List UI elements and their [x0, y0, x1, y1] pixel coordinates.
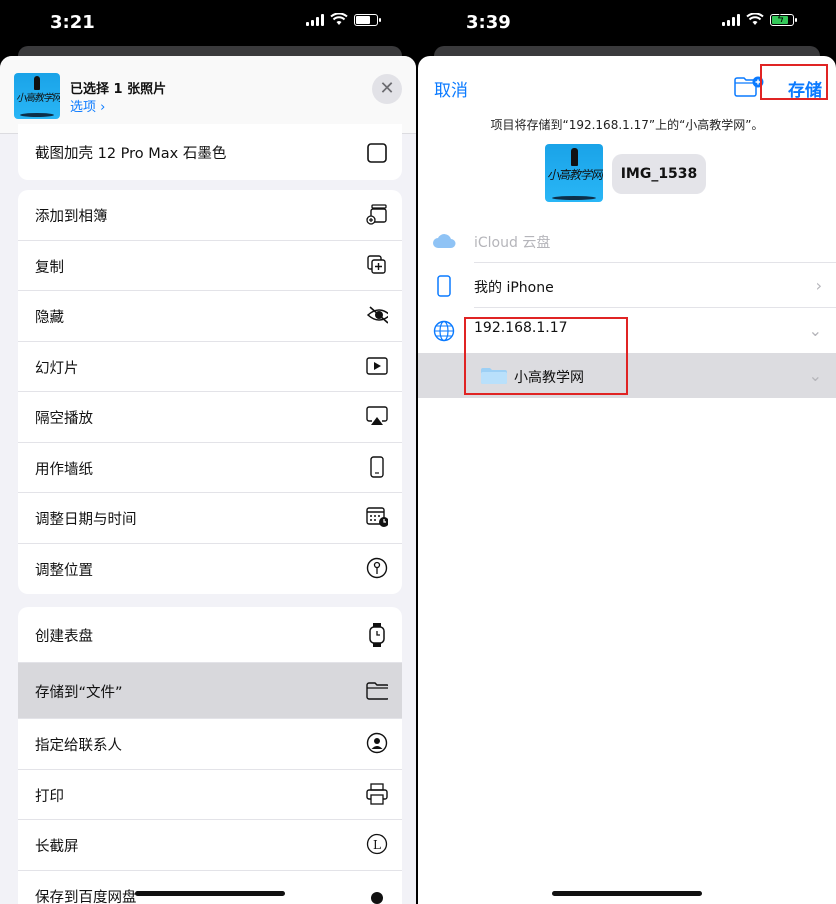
share-sheet: 小高教学网 已选择 1 张照片 选项 › ✕ 截图加壳 12 Pro Max 石… — [0, 56, 416, 904]
long-screenshot-icon: L — [366, 832, 388, 856]
slideshow-play-icon — [366, 354, 388, 378]
folder-icon — [366, 679, 388, 703]
share-header: 小高教学网 已选择 1 张照片 选项 › ✕ — [0, 56, 416, 134]
file-thumbnail: 小高教学网 — [545, 144, 603, 202]
action-row[interactable]: 用作墙纸 — [18, 443, 402, 493]
highlight-box-location — [464, 317, 628, 395]
selection-title: 已选择 1 张照片 — [70, 82, 167, 97]
contact-icon — [366, 731, 388, 755]
action-row[interactable]: 幻灯片 — [18, 342, 402, 392]
action-row[interactable]: 复制 — [18, 241, 402, 291]
action-row[interactable]: 添加到相簿 — [18, 190, 402, 241]
action-row[interactable]: 调整日期与时间 — [18, 493, 402, 544]
action-row[interactable]: 长截屏 L — [18, 820, 402, 871]
action-label: 隔空播放 — [35, 411, 93, 427]
airplay-icon — [366, 404, 388, 428]
action-label: 保存到百度网盘 — [35, 889, 137, 904]
highlight-box-save — [760, 64, 828, 100]
printer-icon — [366, 782, 388, 806]
action-label: 截图加壳 12 Pro Max 石墨色 — [35, 146, 227, 162]
action-label: 打印 — [35, 788, 64, 805]
action-label: 隐藏 — [35, 310, 64, 326]
wifi-icon — [746, 13, 764, 25]
cloud-icon — [432, 230, 456, 252]
action-label: 调整日期与时间 — [35, 512, 137, 528]
status-time: 3:21 — [50, 12, 95, 33]
action-row[interactable]: 指定给联系人 — [18, 719, 402, 770]
cellular-signal-icon — [306, 13, 324, 26]
photo-thumbnail: 小高教学网 — [14, 73, 60, 119]
phone-wallpaper-icon — [366, 455, 388, 479]
action-label: 复制 — [35, 259, 64, 276]
checkbox-icon — [366, 141, 388, 165]
action-row[interactable]: 隔空播放 — [18, 392, 402, 443]
location-label: iCloud 云盘 — [474, 235, 551, 251]
close-icon: ✕ — [379, 78, 395, 99]
battery-charging-icon — [770, 12, 797, 26]
cancel-button[interactable]: 取消 — [434, 76, 468, 101]
location-my-iphone[interactable]: 我的 iPhone › — [418, 263, 836, 308]
action-label: 长截屏 — [35, 839, 79, 855]
status-icons — [306, 13, 381, 26]
filename-field[interactable]: IMG_1538 — [612, 154, 706, 194]
action-label: 指定给联系人 — [35, 738, 122, 754]
action-label: 用作墙纸 — [35, 461, 93, 478]
globe-icon — [432, 320, 456, 342]
save-to-files-panel: 3:39 取消 存储 项目将存储到“192.168.1.17”上的“小高教学网”… — [418, 0, 836, 904]
action-row-save-to-files[interactable]: 存储到“文件” — [18, 663, 402, 719]
action-group-2: 创建表盘 存储到“文件” 指定给联系人 打印 长截屏 L 保存到百度网盘 — [18, 607, 402, 904]
calendar-clock-icon — [366, 505, 388, 529]
duplicate-icon — [366, 253, 388, 277]
watch-face-icon — [366, 623, 388, 647]
home-indicator — [552, 891, 702, 896]
baidu-netdisk-icon — [366, 883, 388, 904]
location-pin-icon — [366, 556, 388, 580]
action-row[interactable]: 打印 — [18, 770, 402, 820]
chevron-right-icon: › — [815, 276, 822, 295]
cellular-signal-icon — [722, 13, 740, 26]
options-link[interactable]: 选项 › — [70, 96, 105, 115]
destination-info: 项目将存储到“192.168.1.17”上的“小高教学网”。 — [490, 118, 764, 132]
chevron-down-icon: ⌄ — [808, 321, 822, 340]
action-label: 存储到“文件” — [35, 685, 123, 701]
action-row[interactable]: 隐藏 — [18, 291, 402, 342]
action-row[interactable]: 调整位置 — [18, 544, 402, 595]
action-label: 添加到相簿 — [35, 209, 108, 225]
action-row[interactable]: 截图加壳 12 Pro Max 石墨色 — [18, 124, 402, 180]
status-time: 3:39 — [466, 12, 511, 33]
status-bar: 3:21 — [0, 0, 416, 44]
iphone-icon — [432, 275, 456, 297]
chevron-down-icon: ⌄ — [808, 366, 822, 385]
home-indicator — [135, 891, 285, 896]
action-row[interactable]: 保存到百度网盘 — [18, 871, 402, 904]
location-label: 我的 iPhone — [474, 280, 554, 296]
action-group-top: 截图加壳 12 Pro Max 石墨色 — [18, 124, 402, 180]
status-icons — [722, 12, 797, 26]
save-sheet: 取消 存储 项目将存储到“192.168.1.17”上的“小高教学网”。 小高教… — [418, 56, 836, 904]
status-bar: 3:39 — [418, 0, 836, 44]
svg-text:L: L — [373, 838, 381, 852]
action-group-1: 添加到相簿 复制 隐藏 幻灯片 隔空播放 用作墙纸 调整日期与时间 调整位置 — [18, 190, 402, 594]
wifi-icon — [330, 13, 348, 25]
action-label: 调整位置 — [35, 562, 93, 579]
close-button[interactable]: ✕ — [372, 74, 402, 104]
eye-slash-icon — [366, 303, 388, 327]
action-label: 幻灯片 — [35, 360, 79, 377]
action-label: 创建表盘 — [35, 629, 93, 645]
add-to-album-icon — [366, 202, 388, 226]
action-row[interactable]: 创建表盘 — [18, 607, 402, 663]
battery-icon — [354, 13, 381, 26]
location-icloud[interactable]: iCloud 云盘 — [418, 218, 836, 263]
share-sheet-panel: 3:21 小高教学网 已选择 1 张照片 选项 › ✕ 截图加壳 12 Pro … — [0, 0, 416, 904]
